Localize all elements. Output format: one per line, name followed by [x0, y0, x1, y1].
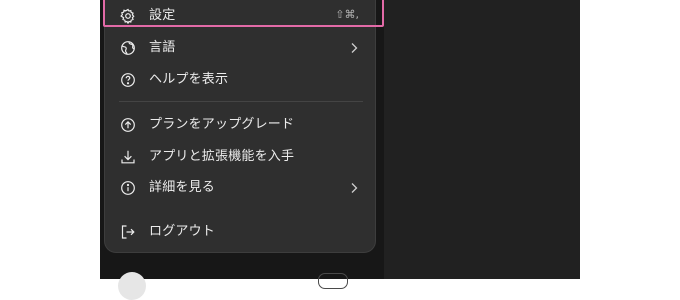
profile-menu: 設定 ⇧⌘, 言語 ヘルプを表示 プランをアップグレード アプリと拡張機能を入手…	[104, 0, 376, 253]
menu-item-learn-more[interactable]: 詳細を見る	[105, 173, 375, 203]
page-margin-right	[580, 0, 680, 279]
menu-item-help[interactable]: ヘルプを表示	[105, 65, 375, 95]
upgrade-icon	[120, 117, 136, 133]
globe-icon	[120, 40, 136, 56]
menu-item-label: 言語	[149, 40, 176, 55]
avatar[interactable]	[118, 272, 146, 300]
menu-item-label: ヘルプを表示	[149, 72, 229, 87]
logout-icon	[120, 224, 136, 240]
footer-button[interactable]	[318, 273, 348, 289]
menu-item-label: 詳細を見る	[149, 180, 216, 195]
menu-item-logout[interactable]: ログアウト	[105, 217, 375, 247]
chevron-right-icon	[349, 182, 359, 194]
chevron-right-icon	[349, 42, 359, 54]
download-icon	[120, 149, 136, 165]
settings-highlight-box	[103, 0, 384, 27]
menu-item-label: ログアウト	[149, 224, 216, 239]
info-icon	[120, 180, 136, 196]
menu-item-upgrade-plan[interactable]: プランをアップグレード	[105, 110, 375, 140]
page-margin-left	[0, 0, 100, 279]
menu-item-language[interactable]: 言語	[105, 33, 375, 63]
menu-item-label: プランをアップグレード	[149, 117, 295, 132]
menu-item-get-apps[interactable]: アプリと拡張機能を入手	[105, 142, 375, 172]
menu-divider	[119, 101, 363, 102]
help-icon	[120, 72, 136, 88]
menu-item-label: アプリと拡張機能を入手	[149, 149, 295, 164]
